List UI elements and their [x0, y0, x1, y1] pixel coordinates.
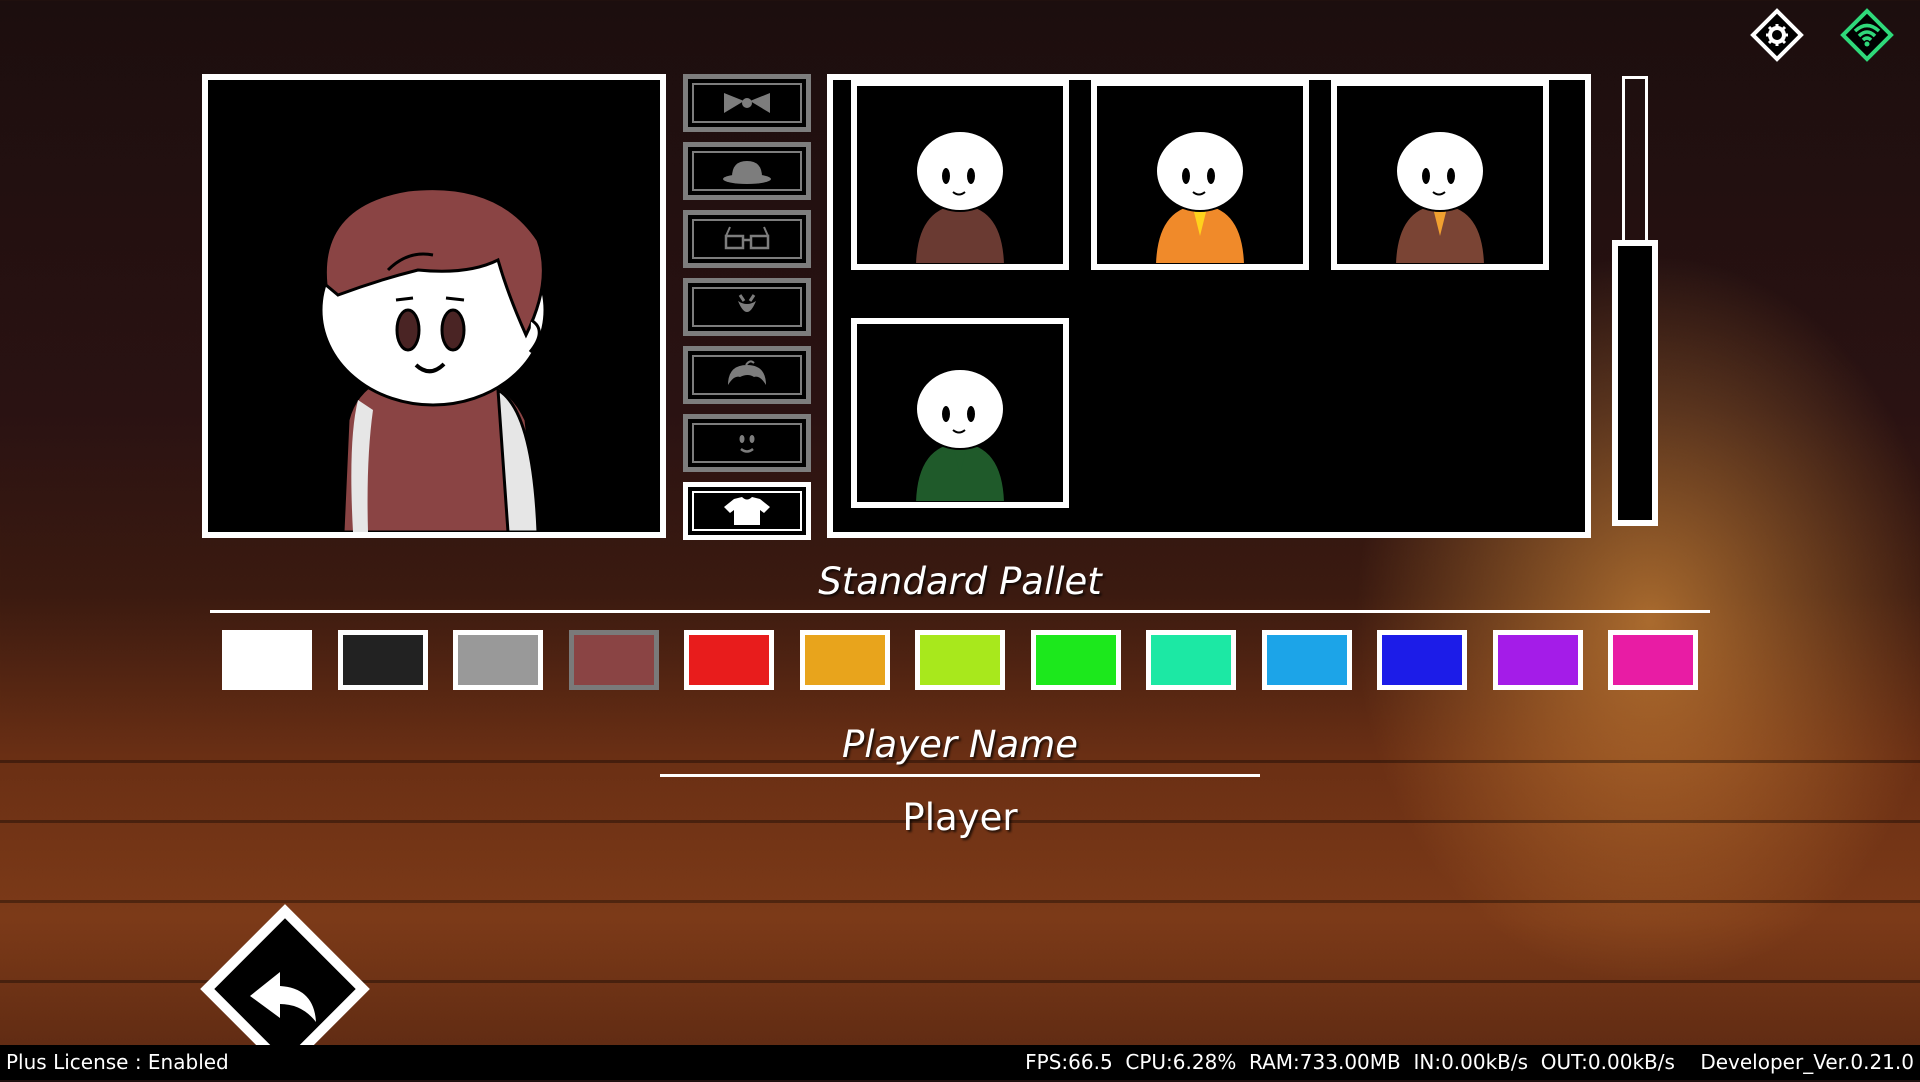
category-shirt-button[interactable]: [683, 482, 811, 540]
palette-divider: [210, 610, 1710, 613]
outfit-grid: [827, 74, 1591, 538]
glasses-icon: [724, 226, 770, 250]
color-swatch[interactable]: [1030, 630, 1121, 690]
wifi-icon: [1853, 23, 1881, 47]
performance-metrics: FPS:66.5 CPU:6.28% RAM:733.00MB IN:0.00k…: [1025, 1050, 1914, 1074]
shirt-icon: [724, 497, 770, 525]
palette-title: Standard Pallet: [818, 560, 1102, 603]
player-name-input[interactable]: Player: [660, 796, 1260, 839]
hat-icon: [723, 161, 771, 184]
color-swatch[interactable]: [1377, 630, 1467, 690]
color-swatch[interactable]: [799, 630, 890, 690]
color-swatch[interactable]: [337, 630, 428, 690]
outfit-preview: [913, 130, 1007, 264]
outfit-item-green-coat[interactable]: [851, 318, 1069, 508]
category-face-button[interactable]: [683, 414, 811, 472]
player-name-divider: [660, 774, 1260, 777]
category-face-accessory-button[interactable]: [683, 278, 811, 336]
color-swatch[interactable]: [453, 630, 543, 690]
color-swatch[interactable]: [915, 630, 1005, 690]
color-swatch[interactable]: [1261, 630, 1352, 690]
category-glasses-button[interactable]: [683, 210, 811, 268]
network-button[interactable]: [1840, 8, 1894, 62]
color-swatch[interactable]: [1146, 630, 1236, 690]
color-swatch[interactable]: [222, 630, 312, 690]
category-hat-button[interactable]: [683, 142, 811, 200]
face-accessory-icon: [738, 294, 756, 312]
outfit-preview: [1393, 130, 1487, 264]
category-hair-button[interactable]: [683, 346, 811, 404]
character-preview: [202, 74, 666, 538]
color-swatch[interactable]: [568, 630, 659, 690]
hair-icon: [728, 360, 766, 385]
color-swatch[interactable]: [1608, 630, 1698, 690]
outfit-item-brown-robe[interactable]: [851, 80, 1069, 270]
player-name-label: Player Name: [841, 723, 1079, 766]
outfit-item-orange-yellow-dress[interactable]: [1091, 80, 1309, 270]
face-icon: [739, 435, 755, 453]
category-bow-button[interactable]: [683, 74, 811, 132]
license-status: Plus License : Enabled: [6, 1050, 229, 1074]
outfit-item-brown-coat-orange[interactable]: [1331, 80, 1549, 270]
settings-button[interactable]: [1750, 8, 1804, 62]
color-swatch[interactable]: [684, 630, 774, 690]
bow-icon: [724, 93, 770, 113]
outfit-preview: [913, 368, 1007, 502]
status-bar: Plus License : Enabled FPS:66.5 CPU:6.28…: [0, 1045, 1920, 1080]
outfit-preview: [1153, 130, 1247, 264]
outfit-scrollbar-thumb[interactable]: [1612, 240, 1658, 526]
color-swatch[interactable]: [1492, 630, 1583, 690]
settings-icon: [1766, 24, 1788, 46]
character-avatar: [319, 187, 547, 532]
